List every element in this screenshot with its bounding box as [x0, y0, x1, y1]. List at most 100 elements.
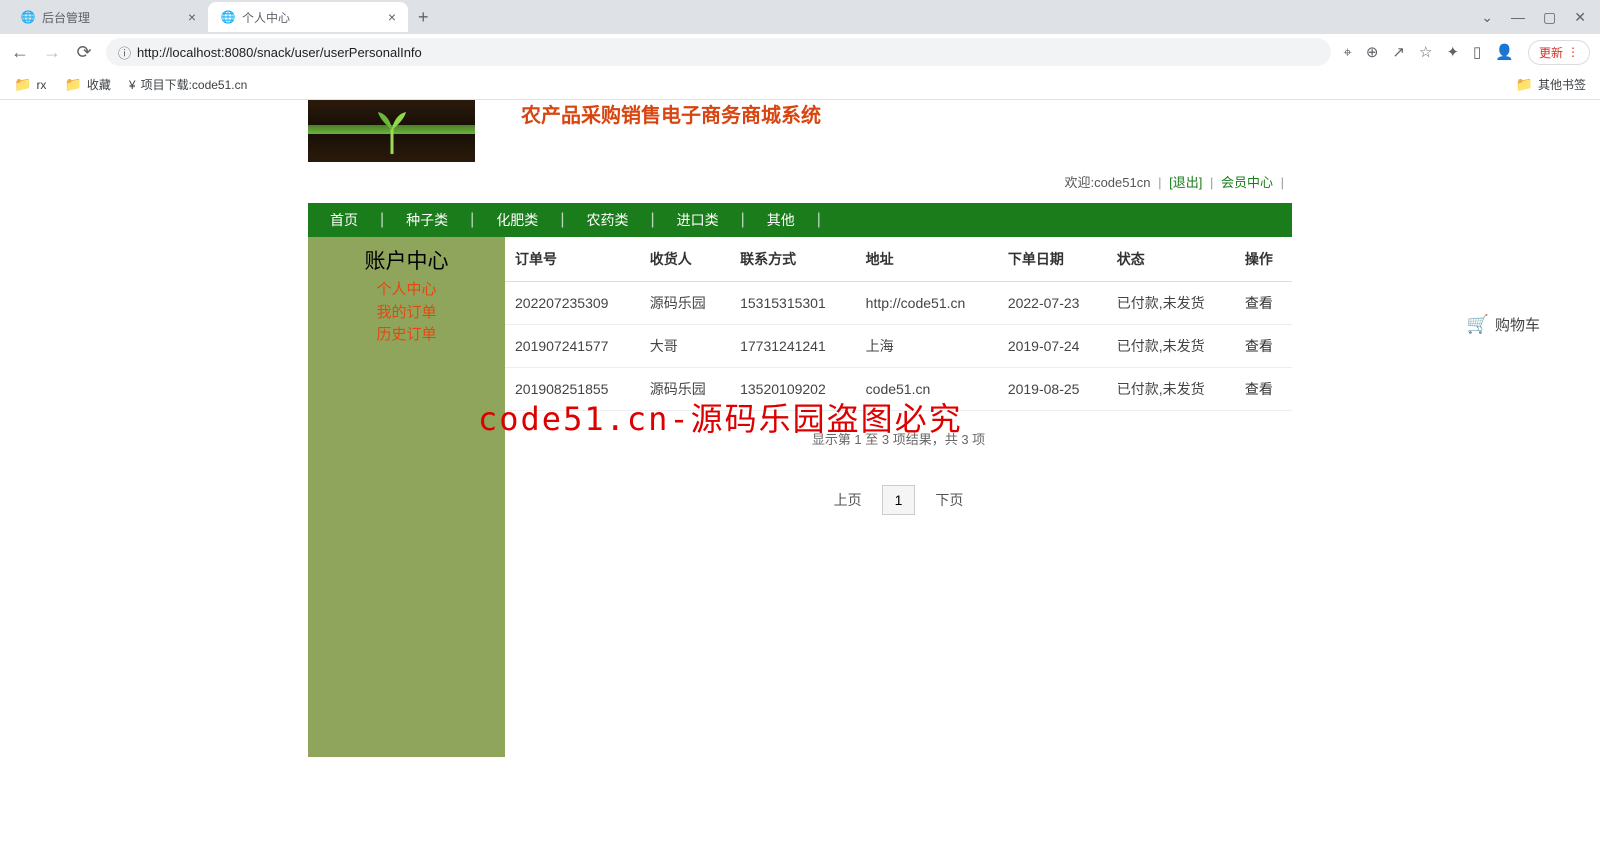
browser-tab-2[interactable]: 🌐 个人中心 ×	[208, 2, 408, 32]
key-icon[interactable]: ⌖	[1343, 44, 1351, 61]
view-link[interactable]: 查看	[1245, 381, 1273, 397]
nav-separator: |	[380, 211, 384, 229]
address-bar: ← → ⟳ ⓘ http://localhost:8080/snack/user…	[0, 34, 1600, 70]
logout-link[interactable]: [退出]	[1169, 175, 1202, 190]
main-nav: 首页|种子类|化肥类|农药类|进口类|其他|	[308, 203, 1292, 237]
bookmark-folder-rx[interactable]: 📁 rx	[14, 76, 46, 93]
table-cell: 2022-07-23	[998, 282, 1107, 325]
translate-icon[interactable]: ⊕	[1366, 43, 1379, 61]
user-bar: 欢迎:code51cn | [退出] | 会员中心 |	[308, 172, 1292, 191]
table-cell: code51.cn	[856, 368, 998, 411]
pagination: 上页 1 下页	[505, 484, 1292, 516]
globe-icon: 🌐	[220, 9, 236, 25]
nav-item[interactable]: 首页	[308, 210, 380, 230]
page-number-current[interactable]: 1	[882, 485, 916, 515]
nav-item[interactable]: 农药类	[564, 210, 650, 230]
close-icon[interactable]: ×	[188, 9, 196, 25]
bookmark-folder-fav[interactable]: 📁 收藏	[64, 76, 110, 93]
other-bookmarks[interactable]: 📁 其他书签	[1516, 76, 1586, 93]
nav-separator: |	[560, 211, 564, 229]
table-cell: 202207235309	[505, 282, 640, 325]
folder-icon: 📁	[14, 76, 31, 93]
orders-table: 订单号收货人联系方式地址下单日期状态操作 202207235309源码乐园153…	[505, 237, 1292, 411]
logo-image	[308, 100, 475, 162]
table-row: 201907241577大哥17731241241上海2019-07-24已付款…	[505, 325, 1292, 368]
pagination-info: 显示第 1 至 3 项结果，共 3 项	[505, 429, 1292, 448]
reload-button[interactable]: ⟳	[74, 42, 94, 63]
table-cell: 大哥	[640, 325, 730, 368]
table-cell: 201908251855	[505, 368, 640, 411]
close-window-icon[interactable]: ✕	[1574, 9, 1586, 26]
page-header: 农产品采购销售电子商务商城系统	[308, 100, 1292, 162]
table-header: 下单日期	[998, 237, 1107, 282]
extensions-icon[interactable]: ✦	[1446, 43, 1459, 61]
table-cell: 13520109202	[730, 368, 856, 411]
member-center-link[interactable]: 会员中心	[1221, 175, 1273, 190]
table-header: 收货人	[640, 237, 730, 282]
close-icon[interactable]: ×	[388, 9, 396, 25]
table-cell: 17731241241	[730, 325, 856, 368]
bookmark-star-icon[interactable]: ☆	[1419, 43, 1432, 61]
sidepanel-icon[interactable]: ▯	[1473, 43, 1481, 61]
table-cell: 源码乐园	[640, 282, 730, 325]
cart-icon: 🛒	[1467, 314, 1489, 335]
table-cell: 201907241577	[505, 325, 640, 368]
table-header: 地址	[856, 237, 998, 282]
profile-icon[interactable]: 👤	[1495, 43, 1514, 61]
share-icon[interactable]: ↗	[1392, 43, 1405, 61]
folder-icon: 📁	[1516, 76, 1533, 93]
url-input[interactable]: ⓘ http://localhost:8080/snack/user/userP…	[106, 38, 1331, 66]
sidebar-link-orders[interactable]: 我的订单	[308, 302, 505, 325]
table-header: 联系方式	[730, 237, 856, 282]
nav-separator: |	[741, 211, 745, 229]
info-icon: ⓘ	[118, 43, 131, 62]
table-cell: 已付款,未发货	[1107, 325, 1235, 368]
prev-page-button[interactable]: 上页	[824, 484, 872, 516]
nav-separator: |	[470, 211, 474, 229]
nav-item[interactable]: 其他	[745, 210, 817, 230]
table-row: 202207235309源码乐园15315315301http://code51…	[505, 282, 1292, 325]
table-cell: 源码乐园	[640, 368, 730, 411]
nav-item[interactable]: 种子类	[384, 210, 470, 230]
tab-title: 后台管理	[42, 9, 182, 26]
table-row: 201908251855源码乐园13520109202code51.cn2019…	[505, 368, 1292, 411]
table-cell: http://code51.cn	[856, 282, 998, 325]
main-content: 订单号收货人联系方式地址下单日期状态操作 202207235309源码乐园153…	[505, 237, 1292, 757]
site-title: 农产品采购销售电子商务商城系统	[521, 104, 821, 128]
table-header: 状态	[1107, 237, 1235, 282]
new-tab-button[interactable]: +	[408, 7, 439, 28]
forward-button[interactable]: →	[42, 42, 62, 63]
cart-label: 购物车	[1495, 314, 1540, 335]
cart-button[interactable]: 🛒 购物车	[1467, 314, 1540, 335]
maximize-icon[interactable]: ▢	[1543, 9, 1556, 26]
nav-item[interactable]: 进口类	[655, 210, 741, 230]
site-icon: ¥	[129, 78, 136, 92]
browser-tab-1[interactable]: 🌐 后台管理 ×	[8, 2, 208, 32]
window-controls: ⌄ — ▢ ✕	[1481, 9, 1600, 26]
folder-icon: 📁	[64, 76, 81, 93]
nav-item[interactable]: 化肥类	[474, 210, 560, 230]
table-cell: 15315315301	[730, 282, 856, 325]
table-cell: 2019-08-25	[998, 368, 1107, 411]
dropdown-icon[interactable]: ⌄	[1481, 9, 1493, 26]
table-cell: 上海	[856, 325, 998, 368]
nav-separator: |	[650, 211, 654, 229]
next-page-button[interactable]: 下页	[925, 484, 973, 516]
table-header: 操作	[1235, 237, 1292, 282]
table-cell: 已付款,未发货	[1107, 368, 1235, 411]
nav-separator: |	[817, 211, 821, 229]
tab-title: 个人中心	[242, 9, 382, 26]
update-button[interactable]: 更新 ⋮	[1528, 40, 1590, 65]
bookmark-link-code51[interactable]: ¥ 项目下载:code51.cn	[129, 76, 247, 93]
minimize-icon[interactable]: —	[1511, 9, 1525, 26]
view-link[interactable]: 查看	[1245, 295, 1273, 311]
sidebar-link-history[interactable]: 历史订单	[308, 324, 505, 347]
table-cell: 2019-07-24	[998, 325, 1107, 368]
back-button[interactable]: ←	[10, 42, 30, 63]
sidebar-link-personal[interactable]: 个人中心	[308, 279, 505, 302]
tab-bar: 🌐 后台管理 × 🌐 个人中心 × + ⌄ — ▢ ✕	[0, 0, 1600, 34]
sprout-icon	[372, 108, 412, 154]
sidebar: 账户中心 个人中心 我的订单 历史订单	[308, 237, 505, 757]
table-cell: 已付款,未发货	[1107, 282, 1235, 325]
view-link[interactable]: 查看	[1245, 338, 1273, 354]
